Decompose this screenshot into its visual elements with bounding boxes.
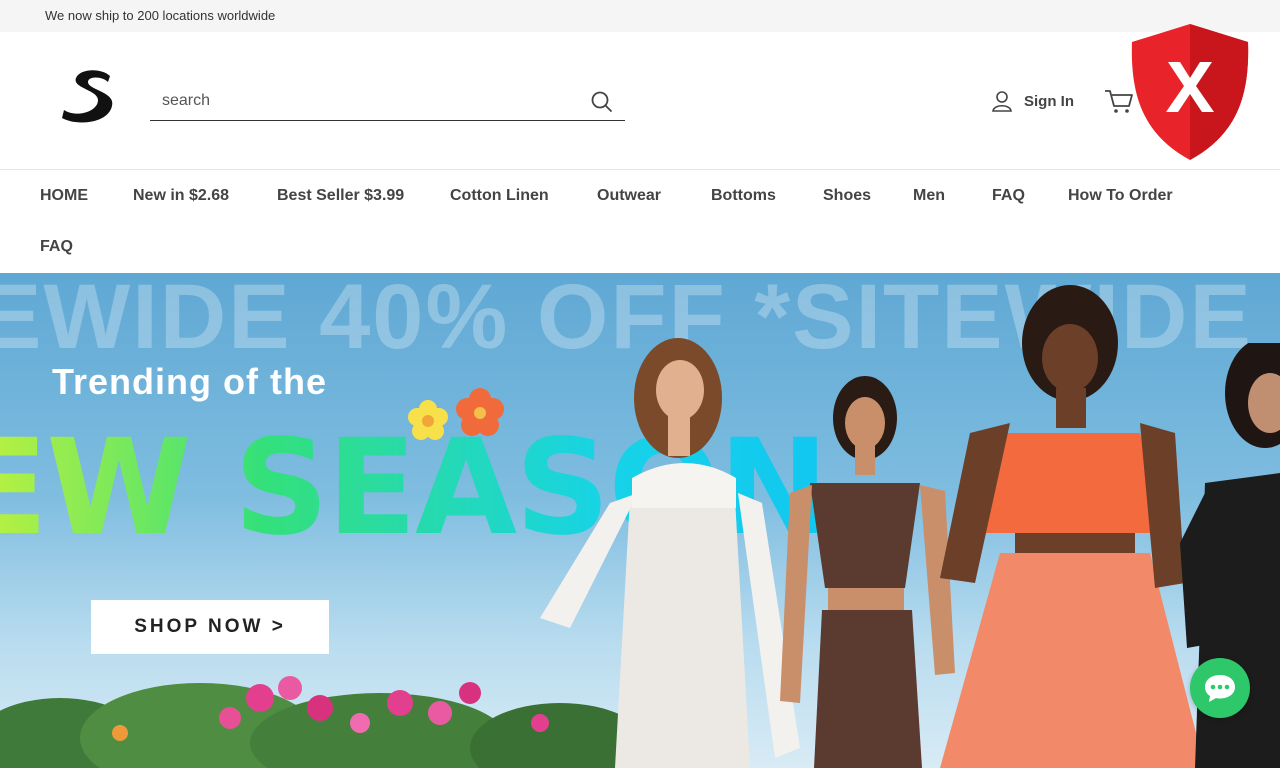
nav-item-faq-2[interactable]: FAQ (40, 238, 73, 256)
main-nav: HOME New in $2.68 Best Seller $3.99 Cott… (0, 171, 1280, 273)
nav-item-men[interactable]: Men (913, 187, 945, 205)
nav-item-new-in[interactable]: New in $2.68 (133, 187, 229, 205)
search-icon[interactable] (589, 89, 615, 115)
user-icon (992, 91, 1012, 112)
announcement-text: We now ship to 200 locations worldwide (45, 8, 276, 23)
nav-item-shoes[interactable]: Shoes (823, 187, 871, 205)
chat-button[interactable] (1190, 658, 1250, 718)
nav-item-home[interactable]: HOME (40, 187, 88, 205)
model-orange-dress (940, 285, 1205, 768)
nav-item-cotton-linen[interactable]: Cotton Linen (450, 187, 549, 205)
sign-in-label: Sign In (1024, 92, 1074, 110)
site-header: Sign In (0, 32, 1280, 170)
brand-logo[interactable] (58, 66, 122, 126)
announcement-bar: We now ship to 200 locations worldwide (0, 0, 1280, 32)
search-bar (150, 84, 625, 121)
hero-banner[interactable]: EWIDE 40% OFF *SITEWIDE Trending of the … (0, 273, 1280, 768)
nav-item-faq[interactable]: FAQ (992, 187, 1025, 205)
red-shield-x-icon[interactable] (1124, 20, 1256, 164)
nav-item-outwear[interactable]: Outwear (597, 187, 661, 205)
nav-item-bottoms[interactable]: Bottoms (711, 187, 776, 205)
hero-subtitle: Trending of the (52, 361, 327, 402)
nav-item-best-seller[interactable]: Best Seller $3.99 (277, 187, 404, 205)
search-input[interactable] (150, 84, 570, 118)
nav-item-how-to-order[interactable]: How To Order (1068, 187, 1173, 205)
chat-bubble-icon (1205, 675, 1235, 702)
sign-in-link[interactable]: Sign In (990, 87, 1074, 115)
